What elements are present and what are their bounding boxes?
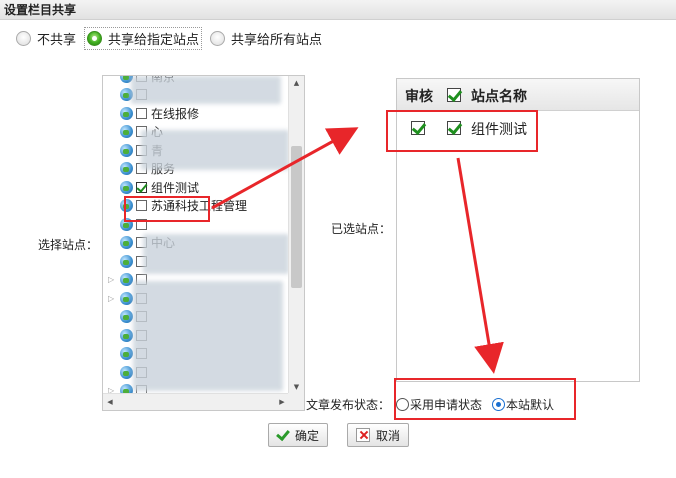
globe-icon <box>120 125 133 138</box>
select-site-label: 选择站点： <box>38 238 99 252</box>
tree-item-checkbox[interactable] <box>136 107 147 119</box>
scroll-down-icon[interactable]: ▼ <box>289 380 304 394</box>
globe-icon <box>120 162 133 175</box>
radio-icon[interactable] <box>210 30 226 46</box>
tree-item-label: 在线报修 <box>151 106 200 121</box>
share-option-none[interactable]: 不共享 <box>16 29 76 48</box>
blurred-region <box>141 130 289 170</box>
expand-icon[interactable]: ▷ <box>108 275 116 284</box>
highlight-box-tree-item <box>124 196 210 222</box>
share-option-none-label: 不共享 <box>37 32 77 48</box>
tree-horizontal-scrollbar[interactable]: ◀ ▶ <box>103 393 289 410</box>
checkmark-icon <box>276 426 290 441</box>
publish-status-label: 文章发布状态： <box>306 398 391 412</box>
blurred-region <box>143 234 289 274</box>
cancel-button[interactable]: 取消 <box>347 423 410 447</box>
tree-vertical-scrollbar[interactable]: ▲ ▼ <box>288 76 304 394</box>
share-option-specified[interactable]: 共享给指定站点 <box>84 26 203 50</box>
cancel-button-label: 取消 <box>376 428 401 443</box>
blurred-region <box>133 281 283 391</box>
ok-button-label: 确定 <box>295 428 320 443</box>
globe-icon <box>120 273 133 286</box>
col-site-name-header: 站点名称 <box>471 89 527 105</box>
globe-icon <box>120 106 133 120</box>
share-option-all-label: 共享给所有站点 <box>231 32 323 48</box>
globe-icon <box>120 328 133 342</box>
selected-sites-label: 已选站点： <box>331 222 392 236</box>
tree-item-checkbox[interactable] <box>136 181 147 193</box>
scroll-right-icon[interactable]: ▶ <box>275 394 289 410</box>
dialog-titlebar: 设置栏目共享 <box>0 0 676 20</box>
globe-icon <box>120 310 133 323</box>
close-icon <box>356 428 370 442</box>
tree-item[interactable]: 组件测试 <box>103 178 287 196</box>
select-all-checkbox[interactable] <box>447 88 461 102</box>
site-tree[interactable]: 南京在线报修心青服务组件测试苏通科技工程管理中心▷▷▷ ▲ ▼ ◀ ▶ <box>102 75 305 411</box>
col-audit-header: 审核 <box>405 89 433 105</box>
tree-item[interactable]: 在线报修 <box>103 104 287 122</box>
globe-icon <box>120 291 133 305</box>
scroll-corner <box>288 393 304 410</box>
selected-table-header: 审核 站点名称 <box>397 79 639 111</box>
expand-icon[interactable]: ▷ <box>108 294 116 303</box>
share-options: 不共享 共享给指定站点 共享给所有站点 <box>16 26 330 50</box>
share-option-specified-label: 共享给指定站点 <box>108 32 200 48</box>
globe-icon <box>120 347 133 360</box>
scroll-thumb[interactable] <box>291 146 302 288</box>
globe-icon <box>120 180 133 194</box>
globe-icon <box>120 254 133 268</box>
ok-button[interactable]: 确定 <box>268 423 329 447</box>
blurred-region <box>131 76 281 104</box>
scroll-left-icon[interactable]: ◀ <box>103 394 117 410</box>
globe-icon <box>120 236 133 249</box>
highlight-box-selected-row <box>386 110 538 152</box>
radio-icon[interactable] <box>16 30 31 46</box>
radio-selected-icon[interactable] <box>87 30 103 46</box>
highlight-box-status <box>394 378 576 420</box>
dialog-title: 设置栏目共享 <box>4 3 77 17</box>
globe-icon <box>120 143 133 157</box>
tree-item-label: 组件测试 <box>151 180 200 195</box>
globe-icon <box>120 365 133 379</box>
share-option-all[interactable]: 共享给所有站点 <box>210 29 322 48</box>
scroll-up-icon[interactable]: ▲ <box>289 76 304 90</box>
